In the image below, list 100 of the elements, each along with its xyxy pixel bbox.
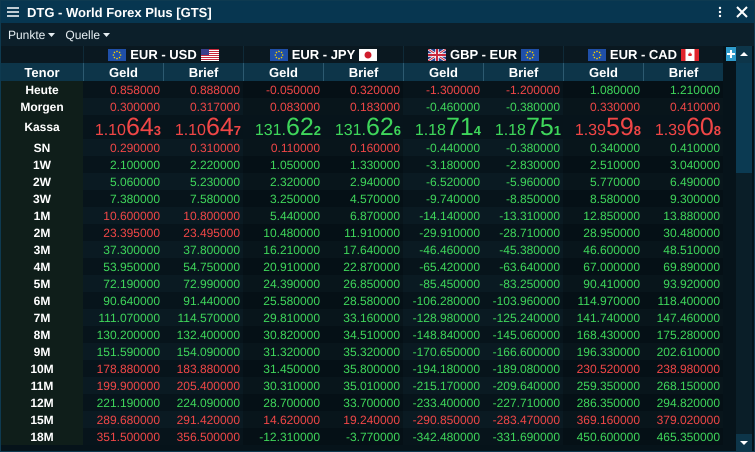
rate-cell: 90.410000 (563, 275, 643, 292)
rate-cell-text: -85.450000 (418, 276, 481, 292)
rate-cell-text: -1.300000 (424, 82, 481, 98)
pair-label: EUR - CAD (610, 47, 678, 62)
rate-cell: 141.740000 (563, 309, 643, 326)
rate-cell-text: -227.710000 (492, 394, 561, 411)
rate-cell-text: 0.300000 (108, 98, 161, 115)
rate-cell: 46.600000 (563, 241, 643, 258)
rate-cell: 168.430000 (563, 326, 643, 343)
rate-cell-text: -290.850000 (412, 412, 481, 428)
rate-cell: 230.520000 (563, 360, 643, 377)
tenor-label: 15M (1, 411, 83, 428)
rate-cell-text: 23.495000 (182, 224, 241, 241)
rate-cell: 114.970000 (563, 292, 643, 309)
rate-cell: 28.950000 (563, 224, 643, 241)
rate-cell: 19.240000 (323, 411, 403, 428)
rate-cell-text: -14.140000 (418, 208, 481, 224)
rate-cell: 20.910000 (243, 258, 323, 275)
dropdown-menu[interactable]: Quelle (65, 28, 110, 42)
rate-cell-text: 54.750000 (182, 258, 241, 275)
rate-cell-text: -194.180000 (412, 360, 481, 377)
rate-cell: 238.980000 (643, 360, 723, 377)
rate-cell-text: -29.910000 (418, 224, 481, 241)
rate-cell: 30.480000 (643, 224, 723, 241)
pair-label: GBP - EUR (450, 47, 517, 62)
rate-cell-text: -1.200000 (504, 82, 561, 98)
rate-cell: 1.210000 (643, 81, 723, 98)
tenor-label: 1M (1, 207, 83, 224)
rate-cell: 12.850000 (563, 207, 643, 224)
rate-cell-text: -170.650000 (412, 344, 481, 360)
rate-cell: 0.183000 (323, 98, 403, 115)
column-header[interactable]: Tenor (1, 63, 83, 81)
rate-cell: 2.320000 (243, 173, 323, 190)
rate-cell-text: 0.290000 (108, 140, 161, 156)
rate-cell: 294.820000 (643, 394, 723, 411)
spot-rate: 1.39608 (654, 115, 722, 139)
rate-cell: 35.320000 (323, 343, 403, 360)
flag-icon (359, 48, 378, 60)
rate-cell: 1.050000 (243, 156, 323, 173)
rate-cell: 93.920000 (643, 275, 723, 292)
rate-cell-text: 90.640000 (102, 292, 161, 309)
tenor-label: 9M (1, 343, 83, 360)
more-icon[interactable] (718, 6, 722, 18)
rate-cell-text: -189.080000 (492, 360, 561, 377)
rate-cell-text: 114.570000 (176, 310, 241, 326)
rate-cell: 0.110000 (243, 139, 323, 156)
rate-cell-text: 154.090000 (176, 344, 241, 360)
tenor-label: 7M (1, 309, 83, 326)
rate-cell: 33.700000 (323, 394, 403, 411)
rate-cell-text: -8.850000 (504, 190, 561, 207)
rate-cell: 35.800000 (323, 360, 403, 377)
rate-cell: 0.083000 (243, 98, 323, 115)
flag-icon (428, 48, 446, 60)
rate-cell-text: 72.190000 (102, 276, 161, 292)
rate-cell: 465.350000 (643, 428, 723, 445)
rate-cell: 31.450000 (243, 360, 323, 377)
scrollbar-thumb[interactable] (736, 63, 752, 173)
rate-cell: 1.330000 (323, 156, 403, 173)
rate-cell-text: 5.060000 (108, 174, 161, 190)
rate-cell-text: -5.960000 (504, 174, 561, 190)
rate-cell-text: -283.470000 (492, 412, 561, 428)
rate-cell-text: -63.640000 (498, 258, 561, 275)
close-icon[interactable] (736, 6, 748, 18)
rate-cell-text: 0.888000 (188, 82, 241, 98)
rate-cell-text: -46.460000 (418, 242, 481, 258)
rate-cell-text: 23.395000 (102, 224, 161, 241)
rate-cell-text: -166.600000 (492, 344, 561, 360)
rate-cell: 35.010000 (323, 377, 403, 394)
rate-cell-text: -0.460000 (424, 98, 481, 115)
scroll-up-icon[interactable] (736, 46, 752, 63)
rate-cell: 1.080000 (563, 81, 643, 98)
menu-icon[interactable] (7, 7, 19, 17)
window-title: DTG - World Forex Plus [GTS] (27, 4, 213, 20)
rate-cell: 24.390000 (243, 275, 323, 292)
rate-cell: 0.340000 (563, 139, 643, 156)
caret-icon (48, 32, 56, 36)
rate-cell: 450.600000 (563, 428, 643, 445)
rate-cell: 13.880000 (643, 207, 723, 224)
rate-cell: -3.770000 (323, 428, 403, 445)
rate-cell: 34.510000 (323, 326, 403, 343)
rate-cell: 11.910000 (323, 224, 403, 241)
rate-cell: 17.640000 (323, 241, 403, 258)
rate-cell-text: 221.190000 (96, 394, 161, 411)
dropdown-menu[interactable]: Punkte (8, 28, 56, 42)
rate-cell-text: -215.170000 (412, 378, 481, 394)
rate-cell-text: -125.240000 (492, 310, 561, 326)
rate-cell-text: 2.100000 (108, 156, 161, 173)
scroll-down-icon[interactable] (736, 434, 752, 451)
rate-cell-text: 0.310000 (188, 140, 241, 156)
rate-cell: 196.330000 (563, 343, 643, 360)
rate-cell: 202.610000 (643, 343, 723, 360)
rate-cell-text: 0.317000 (188, 98, 241, 115)
rate-cell: 0.330000 (563, 98, 643, 115)
rate-cell-text: 289.680000 (96, 412, 161, 428)
rate-cell-text: 7.380000 (108, 190, 161, 207)
rate-cell-text: -233.400000 (412, 394, 481, 411)
rate-cell: 30.310000 (243, 377, 323, 394)
tenor-label: 1W (1, 156, 83, 173)
spot-rate: 131.626 (334, 115, 402, 139)
rate-cell: 31.320000 (243, 343, 323, 360)
